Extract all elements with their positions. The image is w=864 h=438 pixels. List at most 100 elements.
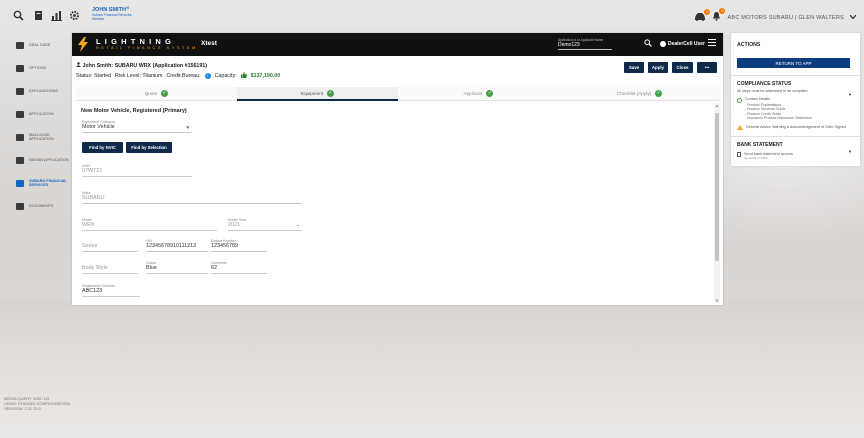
model-value: WRX <box>82 222 217 231</box>
thumbs-up-icon <box>240 72 247 80</box>
model-year-select[interactable]: Model Year 2021 ⌄ <box>228 218 302 231</box>
document-icon <box>737 152 741 158</box>
documents-icon[interactable] <box>32 10 44 22</box>
sidebar-item-deal-case[interactable]: DEAL CASE <box>16 38 72 52</box>
sidebar-item-subaru[interactable]: SUBARU FINANCIAL SERVICES <box>16 176 72 190</box>
save-button[interactable]: Save <box>624 62 644 73</box>
tab-applicant[interactable]: Applicant ✓ <box>398 87 559 101</box>
scroll-up-icon[interactable]: ▲ <box>714 103 720 108</box>
compliance-warning-item[interactable]: General Advice Warning & Acknowledgement… <box>737 125 854 131</box>
deal-case-icon <box>16 41 24 49</box>
hamburger-menu-icon[interactable] <box>708 39 716 48</box>
find-by-nvic-button[interactable]: Find by NVIC <box>82 142 123 153</box>
sidebar: DEAL CASE OPTIONS EXPLANATIONS APPLICATI… <box>16 38 72 222</box>
engine-number-field[interactable]: Engine Number 123456789 <box>211 239 267 252</box>
sidebar-item-explanations[interactable]: EXPLANATIONS <box>16 84 72 98</box>
sidebar-item-label: EXPLANATIONS <box>29 88 58 93</box>
bank-statement-link[interactable]: Send bank statement access via email or … <box>737 152 854 160</box>
tab-equipment[interactable]: Equipment ✓ <box>237 87 398 101</box>
compliance-subitem: - Insurance Product Disclosure Statement <box>745 116 812 121</box>
search-icon[interactable] <box>644 39 652 49</box>
model-field[interactable]: Model WRX <box>82 218 217 231</box>
find-by-selection-button[interactable]: Find by Selection <box>126 142 172 153</box>
body-style-field[interactable]: Body Style <box>82 261 138 274</box>
sidebar-item-nissan[interactable]: NISSAN APPLICATION <box>16 153 72 167</box>
application-title: John Smith: SUBARU WRX (Application #156… <box>76 62 280 69</box>
apply-button[interactable]: Apply <box>648 62 668 73</box>
make-field[interactable]: Make SUBARU <box>82 191 302 204</box>
application-tabs: Quote ✓ Equipment ✓ Applicant ✓ Checklist (… <box>76 87 720 101</box>
odometer-field[interactable]: Odometer 62 <box>211 261 267 274</box>
colour-field[interactable]: Colour Blue <box>146 261 208 274</box>
chart-icon[interactable] <box>50 10 62 22</box>
dealer-user-name: DealerCell User <box>668 41 705 47</box>
close-button[interactable]: Close <box>672 62 693 73</box>
check-icon: ✓ <box>655 90 663 97</box>
chevron-down-icon: ⌄ <box>296 222 300 227</box>
maclease-icon <box>16 133 24 141</box>
car-badge: 0 <box>704 8 711 15</box>
applicant-name: John Smith: <box>82 63 114 69</box>
nvic-value: 07WT21 <box>82 168 192 177</box>
form-scrollbar[interactable]: ▲ ▼ <box>714 103 720 303</box>
vin-field[interactable]: VIN 12345678910111213 <box>146 239 208 252</box>
environment-label: Xtest <box>201 40 217 47</box>
top-right-controls: 0 0 ABC MOTORS SUBARU | GLEN WALTERS <box>694 8 857 24</box>
application-search-input[interactable]: Demo123 <box>558 42 612 50</box>
engine-number-value: 123456789 <box>211 243 267 252</box>
top-bar: JOHN SMITH Subaru Financial Services Web… <box>0 0 864 32</box>
sidebar-item-options[interactable]: OPTIONS <box>16 61 72 75</box>
search-icon[interactable] <box>12 10 24 22</box>
scrollbar-thumb[interactable] <box>715 113 719 261</box>
colour-value: Blue <box>146 265 208 274</box>
sidebar-item-label: MACLEASE APPLICATION <box>29 132 54 141</box>
car-notifications-icon[interactable]: 0 <box>694 8 711 24</box>
explanations-icon <box>16 87 24 95</box>
subaru-icon <box>16 179 24 187</box>
warning-icon <box>737 125 743 131</box>
bell-icon[interactable]: 0 <box>712 8 726 24</box>
more-options-button[interactable]: ••• <box>697 62 717 73</box>
nissan-icon <box>16 156 24 164</box>
odometer-value: 62 <box>211 265 267 274</box>
user-role: Website <box>92 17 105 21</box>
actions-section: ACTIONS RETURN TO APP <box>731 33 860 76</box>
documents-folder-icon <box>16 202 24 210</box>
chevron-down-icon[interactable] <box>849 14 857 21</box>
dealer-selector[interactable]: ABC MOTORS SUBARU | GLEN WALTERS <box>727 15 844 21</box>
compliance-warning-label: General Advice Warning & Acknowledgement… <box>746 124 846 129</box>
compliance-title: COMPLIANCE STATUS <box>737 81 792 87</box>
registration-number-field[interactable]: Registration Number ABC123 <box>82 284 140 297</box>
check-circle-icon <box>737 97 742 103</box>
section-title: New Motor Vehicle, Registered (Primary) <box>81 108 187 114</box>
scroll-down-icon[interactable]: ▼ <box>714 298 720 303</box>
bank-statement-section: BANK STATEMENT ▼ Send bank statement acc… <box>731 137 860 166</box>
media-info: MEDIA QUERY SIZE: LG USING STAGING CONFI… <box>4 396 70 412</box>
equipment-category-select[interactable]: Equipment Category Motor Vehicle ▼ <box>82 120 192 133</box>
info-icon[interactable]: i <box>204 73 211 79</box>
bank-statement-line2: via email or SMS <box>744 156 768 161</box>
application-search[interactable]: Application # or Applicant Name Demo123 <box>558 38 612 50</box>
tab-label: Applicant <box>463 91 483 96</box>
sidebar-item-maclease[interactable]: MACLEASE APPLICATION <box>16 130 72 144</box>
sidebar-item-documents[interactable]: DOCUMENTS <box>16 199 72 213</box>
series-field[interactable]: Series <box>82 239 138 252</box>
tab-checklist[interactable]: Checklist (Apply) ✓ <box>559 87 720 101</box>
sidebar-item-label: APPLICATION <box>29 111 54 116</box>
sidebar-item-label: DEAL CASE <box>29 42 51 47</box>
brand-bar: LIGHTNING RETAIL FINANCE SYSTEM Xtest Ap… <box>72 33 723 56</box>
settings-icon[interactable] <box>68 10 80 22</box>
close-icon[interactable]: × <box>126 6 130 12</box>
equipment-form: New Motor Vehicle, Registered (Primary) … <box>76 103 712 303</box>
chevron-down-icon[interactable]: ▼ <box>848 149 852 154</box>
tab-quote[interactable]: Quote ✓ <box>76 87 237 101</box>
sidebar-item-application[interactable]: APPLICATION <box>16 107 72 121</box>
tab-label: Checklist (Apply) <box>616 91 652 96</box>
chevron-down-icon[interactable]: ▼ <box>848 92 852 97</box>
dealer-user-menu[interactable]: DealerCell User <box>660 41 705 47</box>
nvic-field[interactable]: NVIC 07WT21 <box>82 164 192 177</box>
return-to-app-button[interactable]: RETURN TO APP <box>737 58 850 68</box>
action-buttons: Save Apply Close ••• <box>624 62 717 73</box>
vehicle-name: SUBARU WRX <box>114 63 152 69</box>
risk-level: Risk Level: Titanium <box>115 73 163 79</box>
